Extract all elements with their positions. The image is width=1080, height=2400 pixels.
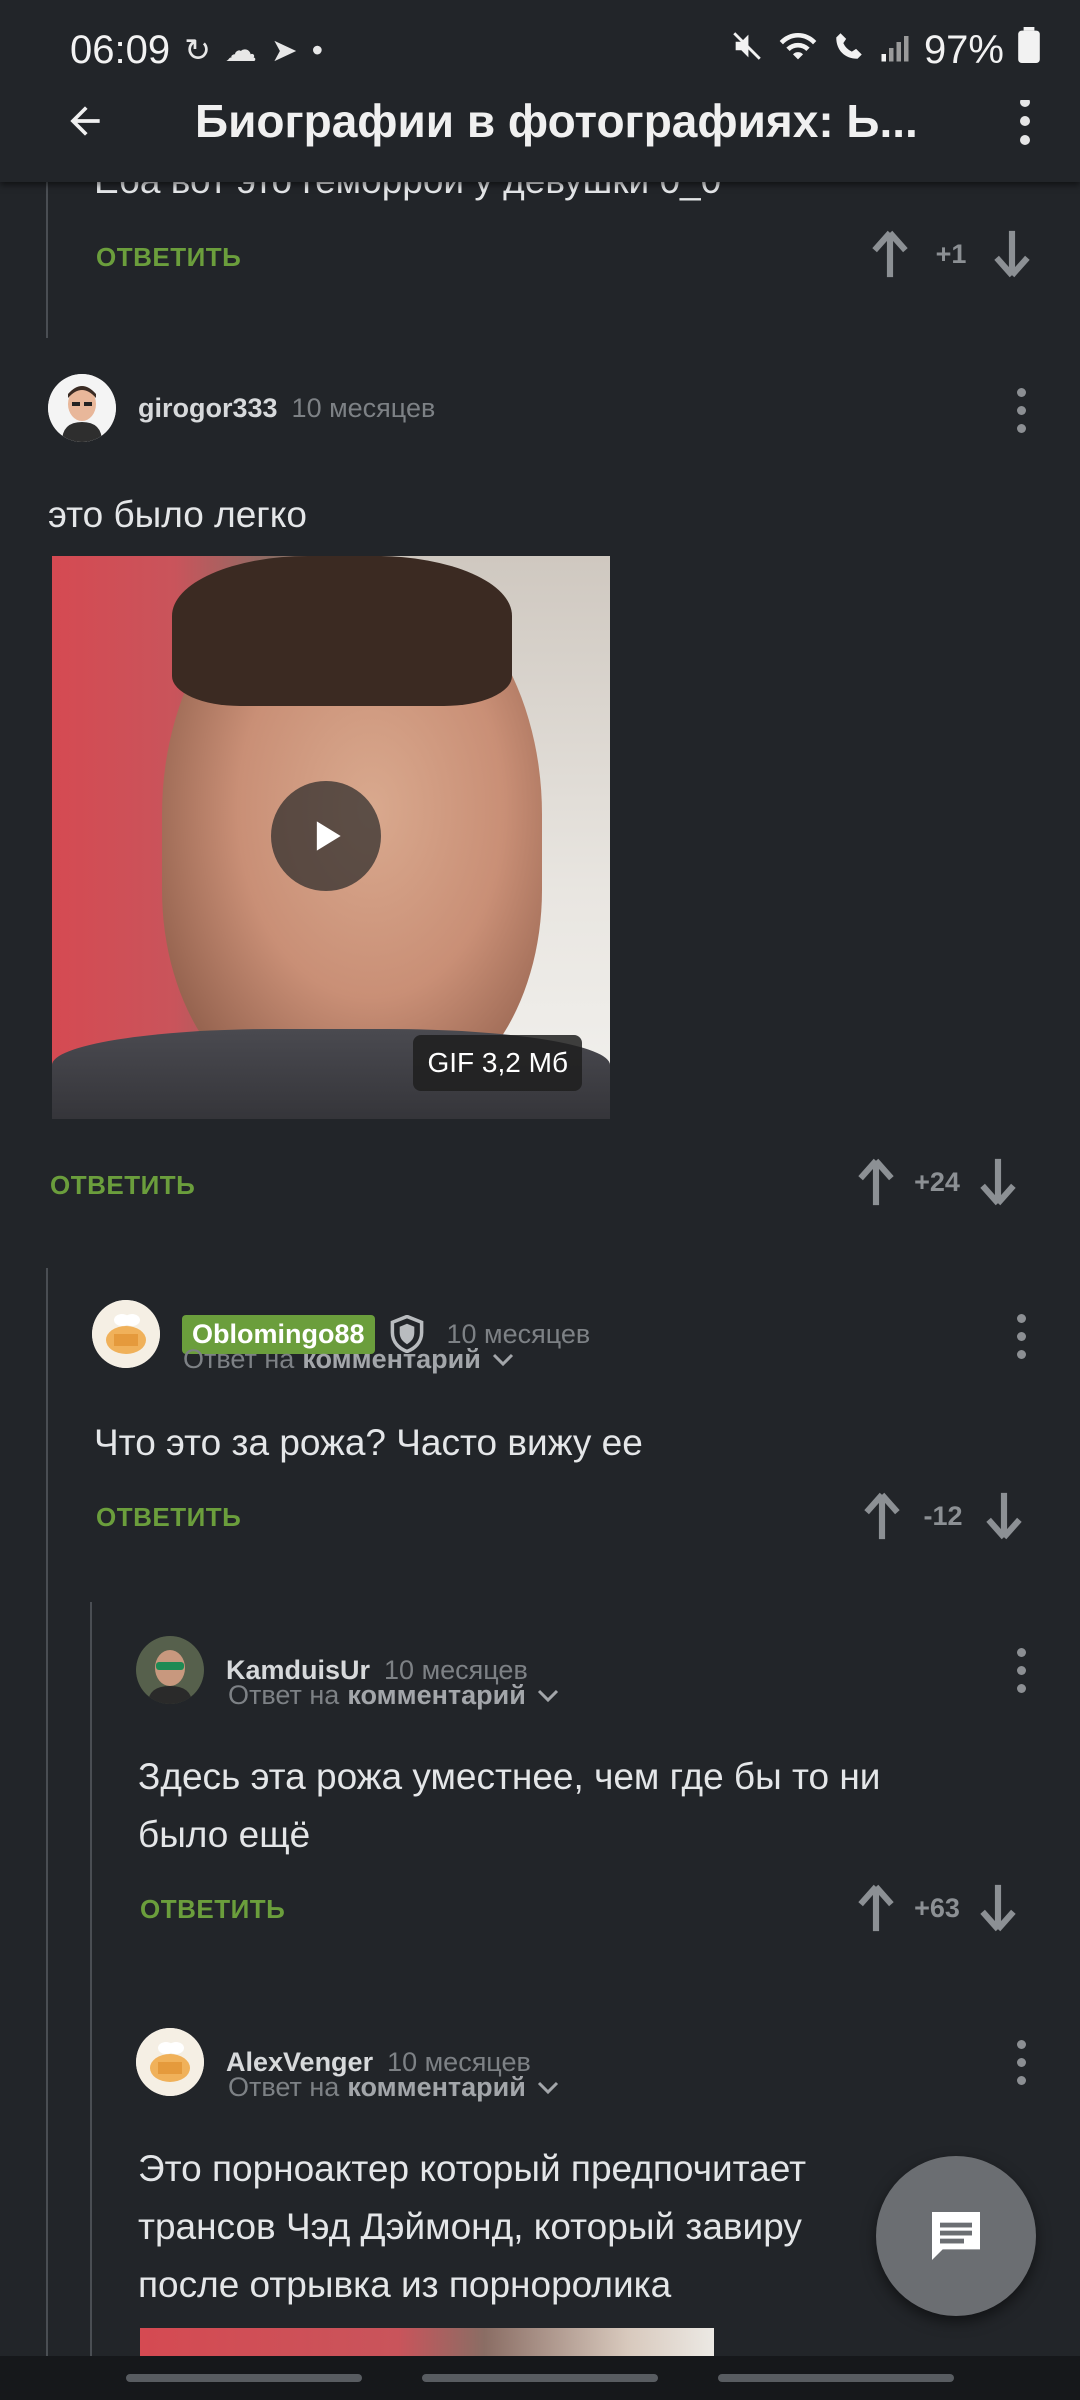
avatar[interactable] xyxy=(48,374,116,442)
page-title: Биографии в фотографиях: Ь... xyxy=(195,95,918,147)
comment-text-line: Это порноактер который предпочитает xyxy=(138,2148,807,2189)
status-bar: 06:09 ↻ ☁ ➤ • 97% xyxy=(0,0,1080,100)
mute-icon xyxy=(730,28,764,73)
gif-size-badge: GIF 3,2 Мб xyxy=(413,1035,582,1091)
comment-text: Что это за рожа? Часто вижу ее xyxy=(94,1422,643,1463)
screen: 06:09 ↻ ☁ ➤ • 97% Биографии в фотография… xyxy=(0,0,1080,2400)
arrow-left-icon xyxy=(70,106,100,136)
system-nav-bar xyxy=(0,2356,1080,2400)
arrow-down-icon xyxy=(986,1492,1022,1540)
vote-controls: -12 xyxy=(852,1486,1034,1546)
status-bar-right: 97% xyxy=(730,27,1040,73)
call-icon xyxy=(832,28,866,73)
comment-text-line: было ещё xyxy=(138,1814,311,1855)
thread-line xyxy=(46,1268,48,2358)
vote-controls: +24 xyxy=(846,1152,1028,1212)
comment-text: Это порноактер который предпочитает тран… xyxy=(138,2140,806,2314)
arrow-up-icon xyxy=(864,1492,900,1540)
thread-line xyxy=(46,182,48,338)
play-icon xyxy=(316,821,341,851)
overflow-menu-button[interactable] xyxy=(1000,97,1050,145)
comment-author[interactable]: girogor333 xyxy=(138,393,278,424)
downvote-button[interactable] xyxy=(974,1486,1034,1546)
downvote-button[interactable] xyxy=(982,224,1042,284)
sync-icon: ↻ xyxy=(184,32,211,68)
play-button[interactable] xyxy=(271,781,381,891)
comment-menu-button[interactable] xyxy=(996,1314,1046,1359)
comment-menu-button[interactable] xyxy=(996,388,1046,433)
vote-score: +1 xyxy=(935,238,967,269)
vote-score: -12 xyxy=(923,1500,963,1531)
vote-controls: +63 xyxy=(846,1878,1028,1938)
comment-header: girogor333 10 месяцев xyxy=(48,374,435,442)
reply-to-link[interactable]: Ответ на комментарий xyxy=(228,1680,560,1711)
downvote-button[interactable] xyxy=(968,1152,1028,1212)
signal-icon xyxy=(880,28,910,73)
reply-to-link[interactable]: Ответ на комментарий xyxy=(183,1344,515,1375)
arrow-up-icon xyxy=(858,1158,894,1206)
vote-score: +63 xyxy=(914,1892,960,1923)
avatar[interactable] xyxy=(92,1300,160,1368)
arrow-down-icon xyxy=(980,1158,1016,1206)
thread-line xyxy=(90,1602,92,2358)
reply-button[interactable]: ОТВЕТИТЬ xyxy=(96,1502,241,1533)
comment-text-line: после отрывка из порноролика xyxy=(138,2264,672,2305)
gif-media[interactable] xyxy=(140,2328,714,2356)
comment-menu-button[interactable] xyxy=(996,2040,1046,2085)
arrow-up-icon xyxy=(858,1884,894,1932)
arrow-down-icon xyxy=(994,230,1030,278)
nav-handle[interactable] xyxy=(126,2374,362,2382)
reply-to-target: комментарий xyxy=(347,1680,526,1710)
comment-text: это было легко xyxy=(48,494,307,535)
reply-to-prefix: Ответ на xyxy=(228,2072,340,2102)
reply-to-link[interactable]: Ответ на комментарий xyxy=(228,2072,560,2103)
downvote-button[interactable] xyxy=(968,1878,1028,1938)
comment-text-line: трансов Чэд Дэймонд, который завиру xyxy=(138,2206,802,2247)
arrow-up-icon xyxy=(872,230,908,278)
telegram-icon: ➤ xyxy=(270,32,298,68)
avatar[interactable] xyxy=(136,2028,204,2096)
status-time: 06:09 xyxy=(70,27,171,72)
chevron-down-icon xyxy=(536,1687,560,1705)
reply-button[interactable]: ОТВЕТИТЬ xyxy=(96,242,241,273)
avatar[interactable] xyxy=(136,1636,204,1704)
chevron-down-icon xyxy=(536,2079,560,2097)
upvote-button[interactable] xyxy=(860,224,920,284)
nav-handle[interactable] xyxy=(718,2374,954,2382)
comment-time: 10 месяцев xyxy=(291,392,436,423)
comment-icon xyxy=(932,2212,980,2260)
reply-to-target: комментарий xyxy=(302,1344,481,1374)
reply-button[interactable]: ОТВЕТИТЬ xyxy=(50,1170,195,1201)
notification-dot-icon: • xyxy=(311,31,323,68)
reply-to-target: комментарий xyxy=(347,2072,526,2102)
chevron-down-icon xyxy=(491,1351,515,1369)
reply-button[interactable]: ОТВЕТИТЬ xyxy=(140,1894,285,1925)
nav-handle[interactable] xyxy=(422,2374,658,2382)
battery-icon xyxy=(1018,27,1040,73)
battery-percent: 97% xyxy=(923,27,1004,72)
comment-text-line: Здесь эта рожа уместнее, чем где бы то н… xyxy=(138,1756,881,1797)
comment-menu-button[interactable] xyxy=(996,1648,1046,1693)
reply-to-prefix: Ответ на xyxy=(228,1680,340,1710)
comment-text: Здесь эта рожа уместнее, чем где бы то н… xyxy=(138,1748,880,1864)
write-comment-fab[interactable] xyxy=(876,2156,1036,2316)
upvote-button[interactable] xyxy=(846,1878,906,1938)
vote-score: +24 xyxy=(914,1166,960,1197)
wifi-icon xyxy=(778,28,818,73)
status-bar-left: 06:09 ↻ ☁ ➤ • xyxy=(70,28,323,73)
arrow-down-icon xyxy=(980,1884,1016,1932)
vote-controls: +1 xyxy=(860,224,1042,284)
gif-media[interactable]: GIF 3,2 Мб xyxy=(52,556,610,1119)
reply-to-prefix: Ответ на xyxy=(183,1344,295,1374)
upvote-button[interactable] xyxy=(846,1152,906,1212)
weather-icon: ☁ xyxy=(224,32,257,68)
upvote-button[interactable] xyxy=(852,1486,912,1546)
